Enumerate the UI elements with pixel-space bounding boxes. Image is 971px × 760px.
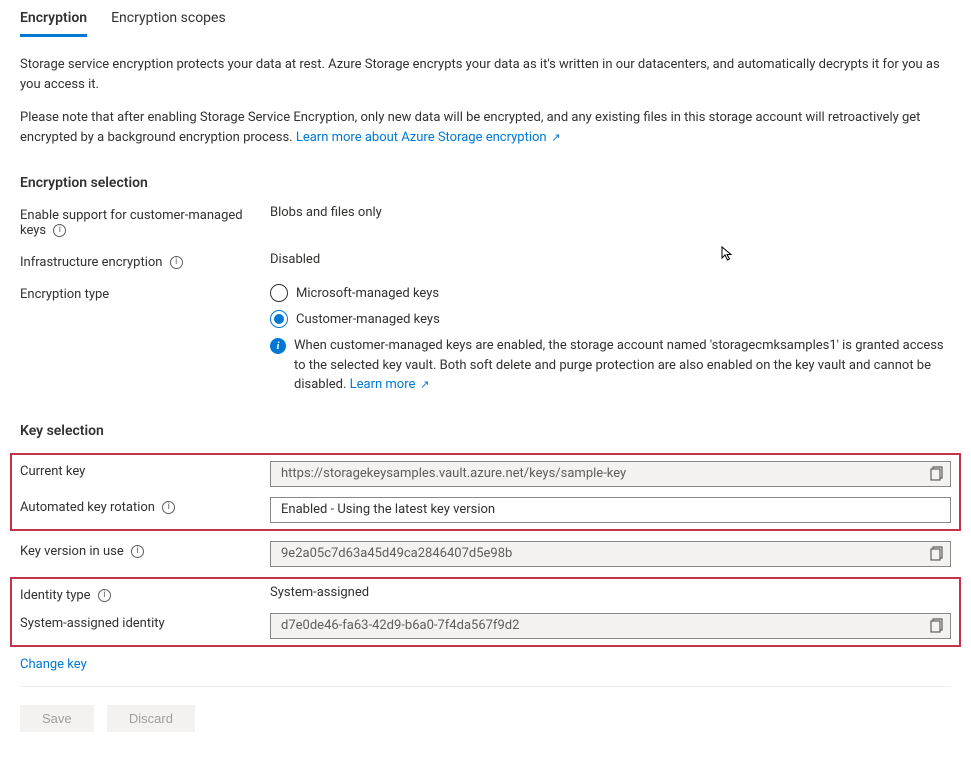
info-icon: i	[270, 338, 286, 354]
label-current-key: Current key	[20, 461, 270, 479]
section-key-selection: Key selection	[20, 423, 951, 439]
discard-button[interactable]: Discard	[107, 705, 195, 732]
label-system-identity: System-assigned identity	[20, 613, 270, 631]
key-version-value: 9e2a05c7d63a45d49ca2846407d5e98b	[281, 546, 928, 561]
highlight-identity: Identity type i System-assigned System-a…	[10, 577, 961, 647]
learn-more-link[interactable]: Learn more about Azure Storage encryptio…	[296, 130, 561, 145]
save-button[interactable]: Save	[20, 705, 94, 732]
info-icon[interactable]: i	[98, 589, 111, 602]
auto-rotation-value: Enabled - Using the latest key version	[281, 502, 495, 517]
radio-icon	[270, 284, 288, 302]
cmk-info-banner: i When customer-managed keys are enabled…	[270, 336, 951, 395]
radio-icon	[270, 310, 288, 328]
label-infra-encryption: Infrastructure encryption i	[20, 252, 270, 270]
copy-icon[interactable]	[928, 618, 944, 634]
value-identity-type: System-assigned	[270, 585, 951, 600]
label-cmk-support: Enable support for customer-managed keys…	[20, 205, 270, 238]
label-auto-rotation: Automated key rotation i	[20, 497, 270, 515]
label-identity-type: Identity type i	[20, 585, 270, 603]
radio-microsoft-managed[interactable]: Microsoft-managed keys	[270, 284, 951, 302]
value-infra-encryption: Disabled	[270, 252, 951, 267]
info-icon[interactable]: i	[170, 256, 183, 269]
radio-label: Microsoft-managed keys	[296, 286, 439, 301]
field-current-key: https://storagekeysamples.vault.azure.ne…	[270, 461, 951, 487]
external-link-icon: ↗	[549, 131, 561, 144]
label-encryption-type: Encryption type	[20, 284, 270, 302]
field-system-identity: d7e0de46-fa63-42d9-b6a0-7f4da567f9d2	[270, 613, 951, 639]
external-link-icon: ↗	[417, 378, 429, 391]
field-key-version: 9e2a05c7d63a45d49ca2846407d5e98b	[270, 541, 951, 567]
info-icon[interactable]: i	[53, 224, 66, 237]
tab-encryption-scopes[interactable]: Encryption scopes	[111, 4, 226, 37]
intro-paragraph-2: Please note that after enabling Storage …	[20, 108, 951, 147]
divider	[20, 686, 951, 687]
radio-customer-managed[interactable]: Customer-managed keys	[270, 310, 951, 328]
cmk-learn-more-link[interactable]: Learn more ↗	[350, 377, 430, 392]
change-key-link[interactable]: Change key	[20, 657, 87, 672]
field-auto-rotation[interactable]: Enabled - Using the latest key version	[270, 497, 951, 523]
copy-icon[interactable]	[928, 466, 944, 482]
label-key-version: Key version in use i	[20, 541, 270, 559]
highlight-current-key: Current key https://storagekeysamples.va…	[10, 453, 961, 531]
system-identity-value: d7e0de46-fa63-42d9-b6a0-7f4da567f9d2	[281, 618, 928, 633]
info-icon[interactable]: i	[131, 545, 144, 558]
tab-encryption[interactable]: Encryption	[20, 4, 87, 37]
copy-icon[interactable]	[928, 546, 944, 562]
radio-label: Customer-managed keys	[296, 312, 440, 327]
value-cmk-support: Blobs and files only	[270, 205, 951, 220]
info-icon[interactable]: i	[162, 501, 175, 514]
section-encryption-selection: Encryption selection	[20, 175, 951, 191]
current-key-value: https://storagekeysamples.vault.azure.ne…	[281, 466, 928, 481]
tabs: Encryption Encryption scopes	[20, 0, 951, 37]
intro-paragraph-1: Storage service encryption protects your…	[20, 55, 951, 94]
